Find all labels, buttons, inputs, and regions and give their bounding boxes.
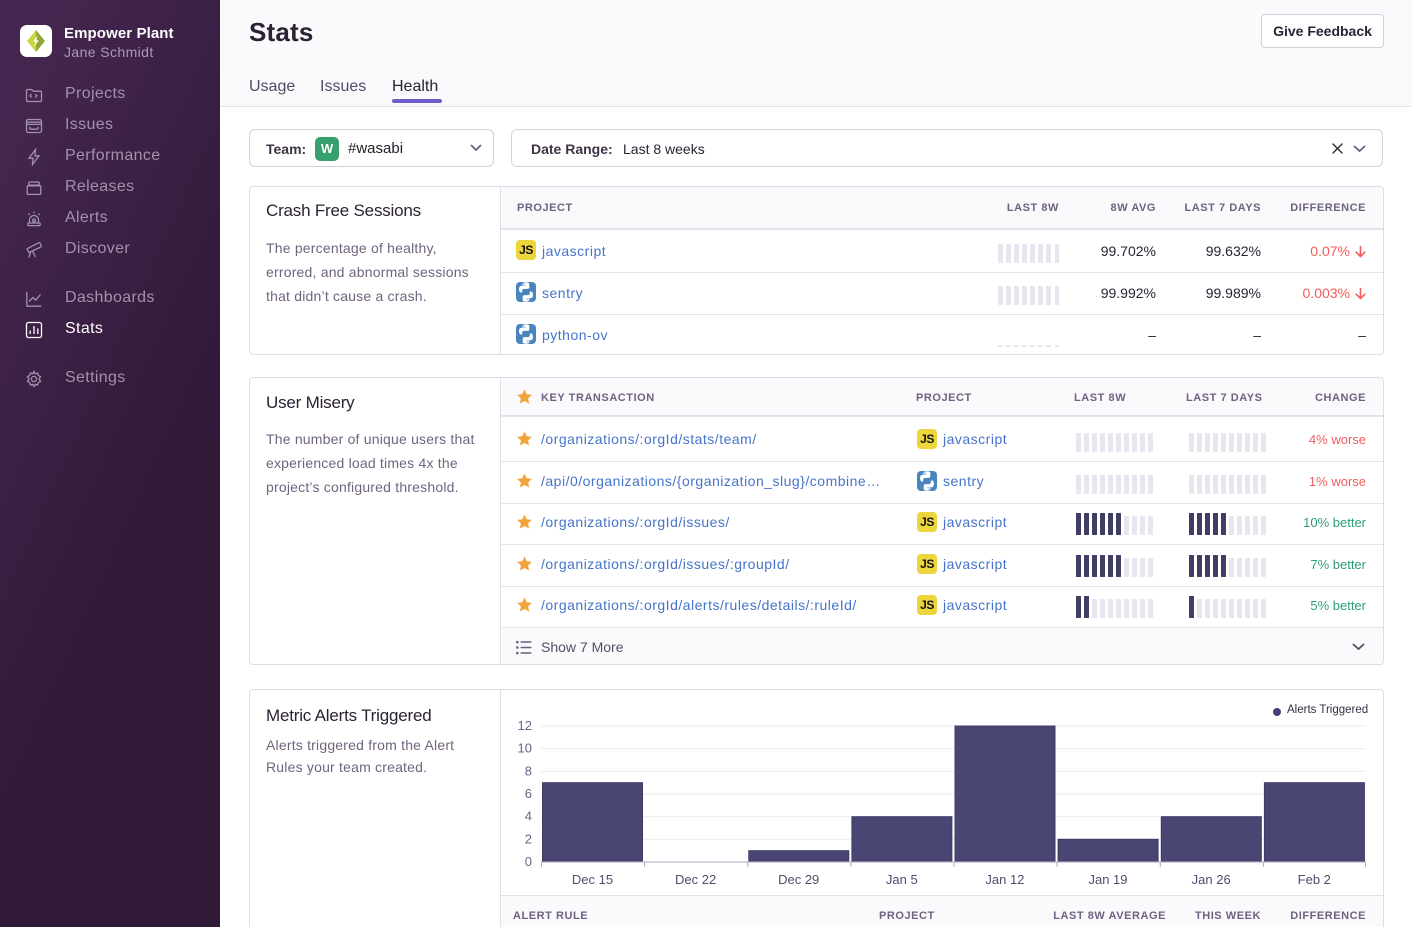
svg-text:Dec 22: Dec 22 [675, 872, 716, 887]
svg-text:Jan 26: Jan 26 [1192, 872, 1231, 887]
svg-text:6: 6 [525, 786, 532, 801]
svg-text:2: 2 [525, 831, 532, 846]
svg-text:12: 12 [518, 718, 532, 733]
svg-text:Jan 19: Jan 19 [1088, 872, 1127, 887]
svg-text:Jan 12: Jan 12 [985, 872, 1024, 887]
svg-text:0: 0 [525, 854, 532, 869]
svg-text:Feb 2: Feb 2 [1298, 872, 1331, 887]
svg-text:4: 4 [525, 809, 532, 824]
svg-text:Jan 5: Jan 5 [886, 872, 918, 887]
svg-text:Dec 15: Dec 15 [572, 872, 613, 887]
svg-text:8: 8 [525, 763, 532, 778]
svg-text:10: 10 [518, 741, 532, 756]
svg-text:Dec 29: Dec 29 [778, 872, 819, 887]
